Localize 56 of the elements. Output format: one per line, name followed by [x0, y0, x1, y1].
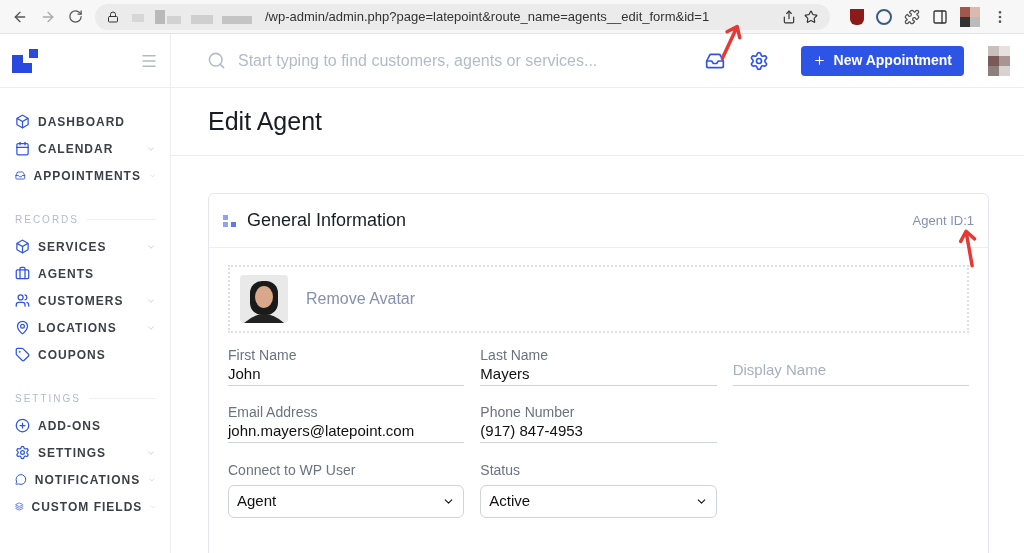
sidebar-item[interactable]: CALENDAR	[15, 135, 156, 162]
plus-icon	[812, 54, 826, 67]
shield-extension-icon[interactable]	[850, 8, 864, 25]
sidebar-item[interactable]: APPOINTMENTS	[15, 162, 156, 189]
puzzle-icon[interactable]	[904, 8, 920, 25]
logo-icon[interactable]	[12, 48, 38, 73]
gauge-extension-icon[interactable]	[876, 8, 892, 25]
users-icon	[15, 293, 30, 308]
agent-id: Agent ID:1	[912, 211, 974, 230]
tag-icon	[15, 347, 30, 362]
sidebar-item[interactable]: CUSTOMERS	[15, 287, 156, 314]
bookmark-star-icon[interactable]	[804, 9, 818, 24]
sidebar-item[interactable]: COUPONS	[15, 341, 156, 368]
field-label: Connect to WP User	[228, 461, 357, 480]
sidebar-item[interactable]: CUSTOM FIELDS	[15, 493, 156, 520]
sidebar-item[interactable]: AGENTS	[15, 260, 156, 287]
select-field[interactable]: Agent	[228, 485, 465, 518]
page-title: Edit Agent	[208, 105, 322, 137]
address-bar[interactable]: /wp-admin/admin.php?page=latepoint&route_name=agents__edit_form&id=1	[95, 3, 830, 30]
new-appointment-button[interactable]: New Appointment	[800, 45, 964, 76]
lock-icon	[107, 10, 119, 23]
sidebar-item[interactable]: DASHBOARD	[15, 108, 156, 135]
settings-icon[interactable]	[748, 50, 769, 71]
sidebar-item[interactable]: SETTINGS	[15, 439, 156, 466]
side-panel-icon[interactable]	[932, 8, 948, 25]
calendar-icon	[15, 141, 30, 156]
chat-bubble-icon	[15, 472, 27, 487]
plus-circle-icon	[15, 418, 30, 433]
share-icon[interactable]	[782, 9, 796, 24]
location-pin-icon	[15, 320, 30, 335]
card-title: General Information	[247, 209, 408, 232]
section-heading: SETTINGS	[15, 392, 81, 406]
sidebar-item[interactable]: LOCATIONS	[15, 314, 156, 341]
section-icon	[223, 214, 237, 227]
settings-icon	[15, 445, 30, 460]
layers-icon	[15, 499, 24, 514]
user-avatar-icon[interactable]	[988, 45, 1010, 76]
cube-icon	[15, 114, 30, 129]
input-field[interactable]: Email Address john.mayers@latepoint.com	[228, 403, 465, 443]
field-label: Status	[480, 461, 522, 480]
section-heading: RECORDS	[15, 213, 79, 227]
input-field[interactable]: Last Name Mayers	[480, 346, 717, 386]
sidebar-item[interactable]: NOTIFICATIONS	[15, 466, 156, 493]
search-icon	[207, 51, 226, 70]
input-field[interactable]: First Name John	[228, 346, 465, 386]
sidebar-item[interactable]: SERVICES	[15, 233, 156, 260]
url-text: /wp-admin/admin.php?page=latepoint&route_name=agents__edit_form&id=1	[265, 7, 710, 26]
reload-icon[interactable]	[68, 9, 83, 24]
select-field[interactable]: Active	[480, 485, 717, 518]
briefcase-icon	[15, 266, 30, 281]
search-field[interactable]: Start typing to find customers, agents or services...	[238, 48, 693, 73]
input-field[interactable]: Phone Number (917) 847-4953	[480, 403, 717, 443]
inbox-icon	[15, 168, 26, 183]
sidebar-item[interactable]: ADD-ONS	[15, 412, 156, 439]
cube-icon	[15, 239, 30, 254]
profile-avatar-icon[interactable]	[960, 6, 980, 27]
